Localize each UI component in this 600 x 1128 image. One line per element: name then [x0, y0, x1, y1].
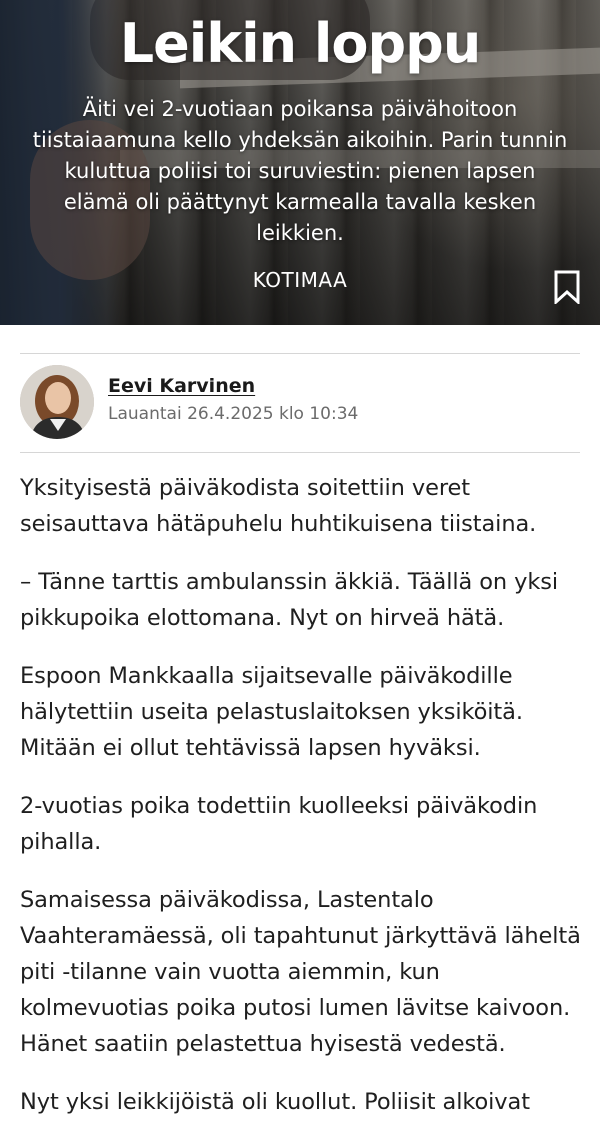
divider-top	[20, 353, 580, 354]
article-title: Leikin loppu	[119, 12, 482, 75]
article-paragraph: Yksityisestä päiväkodista soitettiin ver…	[20, 475, 537, 537]
article-paragraph: Espoon Mankkaalla sijaitsevalle päiväkod…	[20, 663, 523, 761]
article-paragraph: 2-vuotias poika todettiin kuolleeksi päi…	[20, 793, 538, 855]
byline: Eevi Karvinen Lauantai 26.4.2025 klo 10:…	[20, 365, 580, 441]
divider-bottom	[20, 452, 580, 453]
avatar[interactable]	[20, 365, 94, 439]
publish-date: Lauantai 26.4.2025 klo 10:34	[108, 404, 359, 424]
author-name[interactable]: Eevi Karvinen	[108, 375, 255, 397]
article-paragraph: Samaisessa päiväkodissa, Lastentalo Vaah…	[20, 887, 581, 1057]
article-body: Yksityisestä päiväkodista soitettiin ver…	[20, 470, 585, 1128]
category-label[interactable]: KOTIMAA	[0, 266, 600, 294]
article-paragraph: Nyt yksi leikkijöistä oli kuollut. Polii…	[20, 1089, 530, 1115]
article-paragraph: – Tänne tarttis ambulanssin äkkiä. Tääll…	[20, 569, 559, 631]
article-lead: Äiti vei 2-vuotiaan poikansa päivähoitoo…	[32, 97, 568, 245]
hero-image: Leikin loppu Äiti vei 2-vuotiaan poikans…	[0, 0, 600, 325]
bookmark-icon[interactable]	[554, 270, 580, 306]
